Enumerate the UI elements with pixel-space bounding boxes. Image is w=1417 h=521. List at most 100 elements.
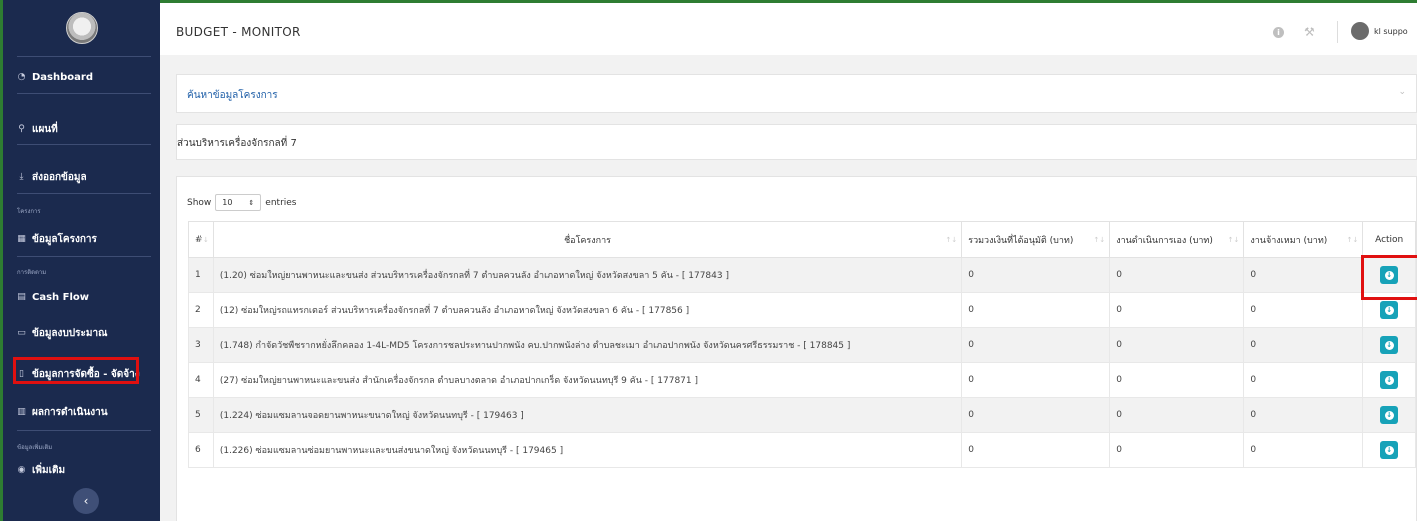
top-bar: BUDGET - MONITOR i ⚒ kl suppo xyxy=(160,0,1417,55)
cell-self: 0 xyxy=(1109,397,1245,433)
entries-control: Show 10 ⇕ entries xyxy=(187,194,297,211)
chevron-down-icon[interactable]: ⌄ xyxy=(1398,87,1406,97)
entries-label: entries xyxy=(265,197,297,208)
map-pin-icon: ⚲ xyxy=(18,124,25,134)
cell-project-name: (1.224) ซ่อมแซมลานจอดยานพาหนะขนาดใหญ่ จั… xyxy=(212,397,963,433)
sidebar-item-label: Dashboard xyxy=(32,72,93,83)
collapse-sidebar-button[interactable]: ‹ xyxy=(73,488,99,514)
cell-action: ↓ xyxy=(1362,362,1416,398)
cell-action: ↓ xyxy=(1362,327,1416,363)
table-icon: ▦ xyxy=(17,234,26,244)
cell-contract: 0 xyxy=(1243,327,1364,363)
cell-contract: 0 xyxy=(1243,362,1364,398)
cell-project-name: (27) ซ่อมใหญ่ยานพาหนะและขนส่ง สำนักเครื่… xyxy=(212,362,963,398)
sidebar-item-map[interactable]: ⚲ แผนที่ xyxy=(17,122,151,137)
agency-seal-icon xyxy=(65,11,98,44)
user-name[interactable]: kl suppo xyxy=(1374,27,1408,36)
sidebar-item-label: ข้อมูลโครงการ xyxy=(32,234,97,245)
column-header-action: Action xyxy=(1362,221,1416,258)
cash-flow-icon: ▤ xyxy=(17,292,26,302)
wrench-icon[interactable]: ⚒ xyxy=(1304,25,1315,39)
help-icon: ◉ xyxy=(17,465,26,475)
cell-approved: 0 xyxy=(961,327,1111,363)
arrow-down-circle-icon: ↓ xyxy=(1384,340,1394,350)
table-header-row: # ↑↓ ชื่อโครงการ ↑↓ รวมวงเงินที่ได้อนุมัติ… xyxy=(188,221,1416,258)
sidebar-item-budget[interactable]: ▭ ข้อมูลงบประมาณ xyxy=(17,326,151,341)
cell-number: 1 xyxy=(188,257,214,293)
sidebar-item-cash-flow[interactable]: ▤ Cash Flow xyxy=(17,292,151,303)
dashboard-icon: ◔ xyxy=(17,72,26,82)
sort-icon: ↑↓ xyxy=(945,236,958,244)
view-details-button[interactable]: ↓ xyxy=(1380,301,1399,319)
cell-approved: 0 xyxy=(961,292,1111,328)
cell-number: 3 xyxy=(188,327,214,363)
cell-approved: 0 xyxy=(961,362,1111,398)
cell-project-name: (1.748) กำจัดวัชพืชรากหยั่งลึกคลอง 1-4L-… xyxy=(212,327,963,363)
view-details-button[interactable]: ↓ xyxy=(1380,441,1399,459)
column-header-number[interactable]: # ↑↓ xyxy=(188,221,214,258)
section-label-tracking: การติดตาม xyxy=(17,269,47,276)
column-label: รวมวงเงินที่ได้อนุมัติ (บาท) xyxy=(968,235,1074,246)
search-panel[interactable]: ค้นหาข้อมูลโครงการ ⌄ xyxy=(176,74,1417,113)
arrow-down-circle-icon: ↓ xyxy=(1384,305,1394,315)
sidebar-item-label: Cash Flow xyxy=(32,292,90,303)
cell-self: 0 xyxy=(1109,257,1245,293)
search-panel-title[interactable]: ค้นหาข้อมูลโครงการ xyxy=(187,88,278,103)
sidebar-item-label: แผนที่ xyxy=(32,124,58,135)
entries-select[interactable]: 10 ⇕ xyxy=(215,194,262,211)
sidebar-item-results[interactable]: ▥ ผลการดำเนินงาน xyxy=(17,405,151,420)
cell-self: 0 xyxy=(1109,432,1245,468)
app-title: BUDGET - MONITOR xyxy=(176,25,301,39)
sidebar-item-label: เพิ่มเติม xyxy=(32,465,66,476)
view-details-button[interactable]: ↓ xyxy=(1380,371,1399,389)
cell-action: ↓ xyxy=(1362,432,1416,468)
column-label: งานจ้างเหมา (บาท) xyxy=(1250,235,1328,246)
cell-number: 5 xyxy=(188,397,214,433)
cell-number: 2 xyxy=(188,292,214,328)
cell-number: 6 xyxy=(188,432,214,468)
cell-contract: 0 xyxy=(1243,292,1364,328)
table-row: 3 (1.748) กำจัดวัชพืชรากหยั่งลึกคลอง 1-4… xyxy=(188,327,1416,363)
cell-number: 4 xyxy=(188,362,214,398)
sidebar-item-label: ส่งออกข้อมูล xyxy=(32,172,87,183)
table-row: 1 (1.20) ซ่อมใหญ่ยานพาหนะและขนส่ง ส่วนบร… xyxy=(188,257,1416,293)
column-header-self-operated[interactable]: งานดำเนินการเอง (บาท) ↑↓ xyxy=(1109,221,1245,258)
sidebar-item-dashboard[interactable]: ◔ Dashboard xyxy=(17,72,151,83)
column-header-approved-amount[interactable]: รวมวงเงินที่ได้อนุมัติ (บาท) ↑↓ xyxy=(961,221,1111,258)
column-header-project-name[interactable]: ชื่อโครงการ ↑↓ xyxy=(212,221,963,258)
section-label-additional: ข้อมูลเพิ่มเติม xyxy=(17,444,53,451)
cell-action: ↓ xyxy=(1362,397,1416,433)
avatar[interactable] xyxy=(1351,22,1369,40)
divider xyxy=(17,56,151,57)
view-details-button[interactable]: ↓ xyxy=(1380,406,1399,424)
column-label: งานดำเนินการเอง (บาท) xyxy=(1116,235,1213,246)
sidebar-item-more[interactable]: ◉ เพิ่มเติม xyxy=(17,463,151,478)
sidebar-item-label: ผลการดำเนินงาน xyxy=(32,407,108,418)
sidebar: ◔ Dashboard ⚲ แผนที่ ⤓ ส่งออกข้อมูล โครง… xyxy=(0,0,160,521)
divider xyxy=(17,93,151,94)
highlight-box xyxy=(1361,255,1417,300)
divider xyxy=(17,430,151,431)
cell-contract: 0 xyxy=(1243,397,1364,433)
cell-approved: 0 xyxy=(961,397,1111,433)
cell-project-name: (12) ซ่อมใหญ่รถแทรกเตอร์ ส่วนบริหารเครื่… xyxy=(212,292,963,328)
column-header-contracted[interactable]: งานจ้างเหมา (บาท) ↑↓ xyxy=(1243,221,1364,258)
arrow-down-circle-icon: ↓ xyxy=(1384,375,1394,385)
sidebar-item-label: ข้อมูลงบประมาณ xyxy=(32,328,108,339)
sidebar-item-export[interactable]: ⤓ ส่งออกข้อมูล xyxy=(17,170,151,185)
cell-self: 0 xyxy=(1109,327,1245,363)
section-label-projects: โครงการ xyxy=(17,208,41,215)
agency-panel: ส่วนบริหารเครื่องจักรกลที่ 7 xyxy=(176,124,1417,160)
sort-icon: ↑↓ xyxy=(1346,236,1359,244)
sort-icon: ↑↓ xyxy=(1227,236,1240,244)
sidebar-item-project-data[interactable]: ▦ ข้อมูลโครงการ xyxy=(17,232,151,247)
export-icon: ⤓ xyxy=(19,172,24,182)
view-details-button[interactable]: ↓ xyxy=(1380,336,1399,354)
info-icon[interactable]: i xyxy=(1273,27,1284,38)
cell-project-name: (1.226) ซ่อมแซมลานซ่อมยานพาหนะและขนส่งขน… xyxy=(212,432,963,468)
agency-title: ส่วนบริหารเครื่องจักรกลที่ 7 xyxy=(177,138,297,149)
divider xyxy=(17,256,151,257)
column-label: Action xyxy=(1375,234,1404,245)
logo xyxy=(3,0,160,55)
divider xyxy=(17,144,151,145)
